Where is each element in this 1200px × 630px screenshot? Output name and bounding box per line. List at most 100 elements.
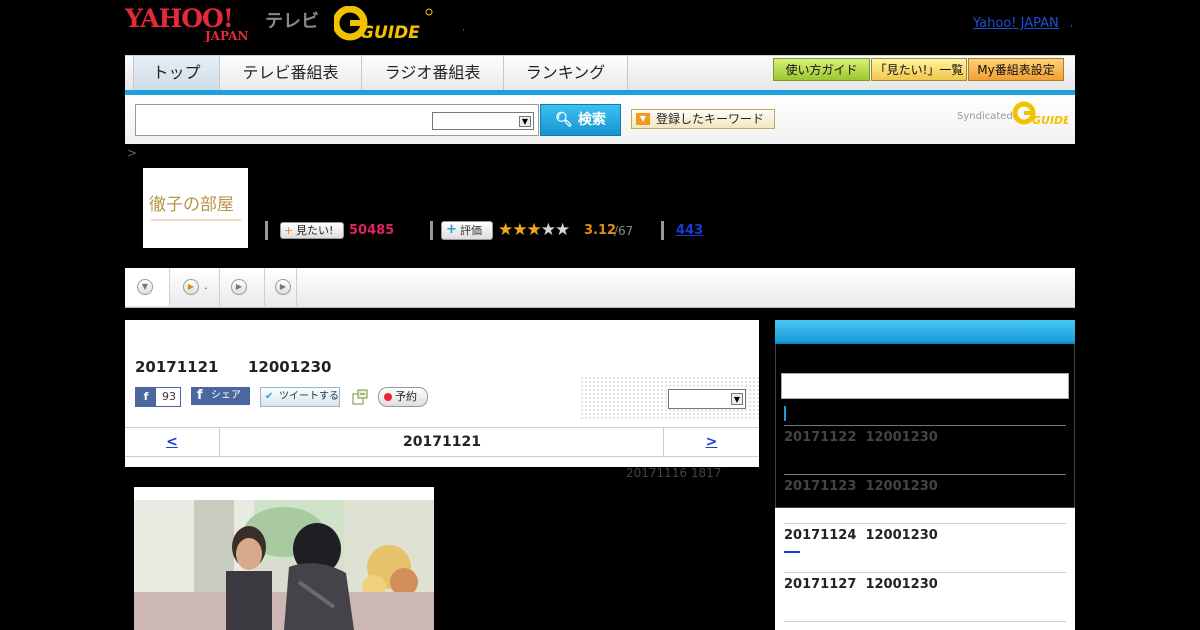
subtab-2-label: .	[204, 279, 208, 292]
tv-label: テレビ	[265, 11, 319, 32]
guide-button[interactable]: 使い方ガイド	[773, 58, 870, 81]
prev-date-link[interactable]: <	[125, 428, 220, 457]
program-subtabs: ▼ ▶. ▶ ▶	[125, 268, 1075, 308]
play-icon: ▶	[183, 279, 199, 295]
episode-date: 20171121	[135, 358, 219, 376]
mitai-count: 50485	[349, 223, 395, 238]
registered-keyword-button[interactable]: ▼ 登録したキーワード	[631, 109, 775, 129]
rating-value: 3.12	[584, 223, 617, 238]
sidebar-item-time: 12001230	[865, 479, 938, 494]
divider	[265, 221, 268, 240]
rating-count: /67	[614, 224, 634, 238]
sidebar-item-date: 20171124	[784, 528, 857, 543]
search-icon: 🔍︎	[555, 112, 578, 128]
record-icon	[384, 393, 392, 401]
program-thumbnail: 徹子の部屋	[143, 168, 248, 248]
divider	[784, 572, 1066, 573]
search-category-select[interactable]: ▼	[432, 112, 534, 130]
sidebar-item-time: 12001230	[865, 430, 938, 445]
star-filled-icon: ★	[512, 220, 527, 240]
subtab-2[interactable]: ▶.	[170, 268, 220, 306]
search-button-label: 検索	[577, 112, 606, 128]
sidebar-header	[775, 320, 1075, 344]
syndicated-label: Syndicated	[957, 111, 1013, 122]
sidebar-item[interactable]: 20171123 12001230	[784, 479, 938, 494]
sidebar-item-link[interactable]	[784, 551, 800, 553]
registered-keyword-label: 登録したキーワード	[656, 112, 765, 126]
rate-button[interactable]: + 評価	[441, 221, 493, 240]
sidebar-marker	[784, 406, 786, 421]
current-date: 20171121	[403, 434, 481, 450]
yahoo-japan-link[interactable]: Yahoo! JAPAN	[973, 16, 1059, 31]
gguide-logo[interactable]: GUIDE	[334, 6, 434, 42]
mitai-button-label: 見たい!	[296, 224, 334, 237]
sidebar-item[interactable]: 20171122 12001230	[784, 430, 938, 445]
my-bangumi-button[interactable]: My番組表設定	[968, 58, 1064, 81]
tweet-button[interactable]: ✔︎ ツイートする	[260, 387, 340, 407]
sidebar-item-date: 20171127	[784, 577, 857, 592]
nav-tab-tv-schedule[interactable]: テレビ番組表	[220, 56, 362, 91]
subtab-3[interactable]: ▶	[220, 268, 265, 306]
chevron-down-icon: ▼	[636, 113, 650, 125]
reviews-link[interactable]: 443	[676, 223, 703, 238]
facebook-icon: f	[197, 388, 203, 403]
sidebar-item-time: 12001230	[865, 528, 938, 543]
star-filled-icon: ★	[498, 220, 513, 240]
facebook-like-count: 93	[162, 390, 176, 403]
divider	[784, 523, 1066, 524]
star-filled-icon: ★	[526, 220, 542, 240]
nav-tab-ranking[interactable]: ランキング	[504, 56, 628, 91]
breadcrumb: >	[127, 146, 138, 160]
star-empty-icon: ★	[555, 220, 570, 240]
date-navigation: < 20171121 >	[125, 427, 759, 457]
facebook-icon: f	[136, 388, 156, 406]
rating-stars: ★★★★★	[498, 220, 570, 240]
reserve-button[interactable]: 予約	[378, 387, 428, 407]
nav-tab-radio-schedule[interactable]: ラジオ番組表	[362, 56, 504, 91]
yahoo-logo-sub: JAPAN	[204, 29, 248, 42]
subtab-4[interactable]: ▶	[265, 268, 297, 306]
program-thumbnail-title: 徹子の部屋	[149, 195, 234, 215]
twitter-bird-icon: ✔︎	[265, 391, 274, 402]
chevron-down-icon: ▼	[137, 279, 153, 295]
main-nav: トップ テレビ番組表 ラジオ番組表 ランキング 使い方ガイド 「見たい!」一覧 …	[125, 55, 1075, 91]
chevron-down-icon: ▼	[731, 393, 743, 405]
sidebar-item[interactable]: 20171127 12001230	[784, 577, 938, 592]
sidebar-list-area	[775, 508, 1075, 630]
share-icon[interactable]	[352, 389, 368, 405]
episode-select[interactable]: ▼	[668, 389, 746, 409]
plus-icon: +	[284, 224, 294, 237]
sidebar-input[interactable]	[781, 373, 1069, 399]
divider	[784, 474, 1066, 475]
sidebar-item[interactable]: 20171124 12001230	[784, 528, 938, 543]
episode-time: 12001230	[248, 358, 332, 376]
divider	[784, 621, 1066, 622]
search-button[interactable]: 🔍︎ 検索	[540, 104, 621, 136]
updated-timestamp: 20171116 1817	[626, 466, 722, 480]
sidebar-item-time: 12001230	[865, 577, 938, 592]
next-date-link[interactable]: >	[663, 428, 759, 457]
divider	[430, 221, 433, 240]
syndicated-logo-text: GUIDE	[1032, 114, 1068, 127]
syndicated-gguide-logo: GUIDE	[1012, 101, 1068, 127]
tweet-label: ツイートする	[279, 391, 339, 402]
gguide-logo-text: GUIDE	[360, 23, 420, 42]
chevron-down-icon: ▼	[519, 116, 531, 127]
header-dot: ,	[1070, 18, 1074, 29]
facebook-share-label: シェア	[211, 390, 241, 401]
facebook-like-button[interactable]: f 93	[135, 387, 181, 407]
play-icon: ▶	[231, 279, 247, 295]
reserve-label: 予約	[395, 390, 417, 403]
rate-button-label: 評価	[460, 224, 482, 237]
episode-photo	[134, 487, 434, 630]
divider	[661, 221, 664, 240]
mitai-button[interactable]: + 見たい!	[280, 222, 344, 239]
subtab-1[interactable]: ▼	[125, 268, 170, 306]
mitai-list-button[interactable]: 「見たい!」一覧	[871, 58, 967, 81]
facebook-share-button[interactable]: f シェア	[191, 387, 250, 405]
sidebar-item-date: 20171122	[784, 430, 857, 445]
play-icon: ▶	[275, 279, 291, 295]
yahoo-japan-logo[interactable]: YAHOO! JAPAN	[125, 4, 261, 42]
nav-tab-top[interactable]: トップ	[133, 56, 220, 91]
plus-icon: +	[446, 222, 457, 237]
